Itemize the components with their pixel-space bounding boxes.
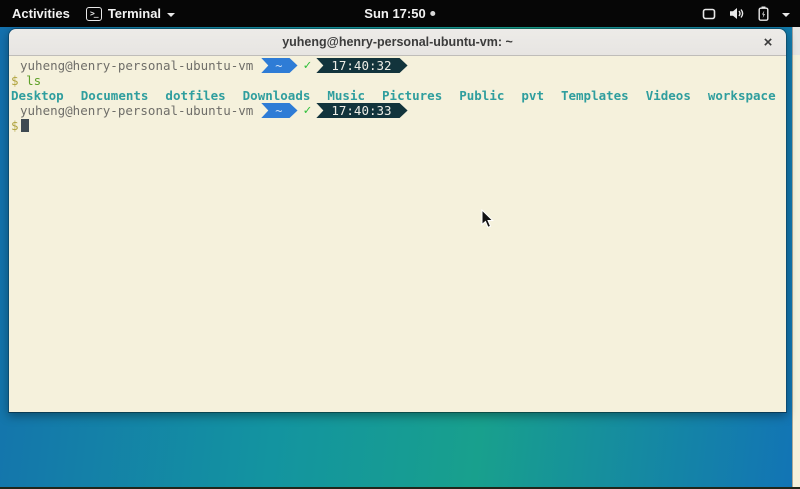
directory-name: dotfiles (165, 88, 225, 103)
window-titlebar[interactable]: yuheng@henry-personal-ubuntu-vm: ~ × (9, 29, 786, 56)
window-title: yuheng@henry-personal-ubuntu-vm: ~ (282, 35, 513, 49)
text-cursor-block (21, 119, 29, 132)
chevron-down-icon (167, 13, 175, 17)
system-status-area[interactable] (702, 6, 790, 21)
mouse-pointer-icon (481, 209, 495, 229)
directory-name: Desktop (11, 88, 64, 103)
display-icon (702, 8, 716, 20)
directory-name: Documents (81, 88, 149, 103)
command-line: $ ls (11, 73, 786, 88)
clock-label: Sun 17:50 (364, 6, 425, 21)
prompt-line-2: yuheng@henry-personal-ubuntu-vm ~ ✓ 17:4… (11, 103, 786, 118)
close-button[interactable]: × (758, 32, 778, 52)
top-bar: Activities >_ Terminal Sun 17:50 (0, 0, 800, 27)
prompt-dollar: $ (11, 73, 19, 88)
current-input-line: $ (11, 118, 786, 133)
directory-name: pvt (521, 88, 544, 103)
prompt-path-segment: ~ (261, 58, 297, 73)
directory-name: Downloads (243, 88, 311, 103)
directory-name: Videos (646, 88, 691, 103)
background-window-edge[interactable] (792, 27, 800, 487)
terminal-window: yuheng@henry-personal-ubuntu-vm: ~ × yuh… (8, 28, 787, 413)
ls-output-line: Desktop Documents dotfiles Downloads Mus… (11, 88, 786, 103)
prompt-path-segment: ~ (261, 103, 297, 118)
prompt-status-check-icon: ✓ (304, 103, 312, 118)
terminal-app-icon: >_ (86, 7, 102, 21)
prompt-dollar: $ (11, 118, 19, 133)
directory-name: workspace (708, 88, 776, 103)
prompt-time-segment: 17:40:33 (316, 103, 407, 118)
prompt-line-1: yuheng@henry-personal-ubuntu-vm ~ ✓ 17:4… (11, 58, 786, 73)
activities-button[interactable]: Activities (12, 6, 70, 21)
app-menu-terminal[interactable]: >_ Terminal (86, 6, 175, 21)
battery-charging-icon (758, 6, 769, 21)
terminal-content[interactable]: yuheng@henry-personal-ubuntu-vm ~ ✓ 17:4… (9, 56, 786, 413)
chevron-down-icon (782, 13, 790, 17)
directory-name: Public (459, 88, 504, 103)
app-menu-label: Terminal (108, 6, 161, 21)
prompt-user: yuheng@henry-personal-ubuntu-vm (20, 58, 253, 73)
prompt-status-check-icon: ✓ (304, 58, 312, 73)
clock-button[interactable]: Sun 17:50 (364, 6, 435, 21)
notification-dot-icon (431, 11, 436, 16)
prompt-time-segment: 17:40:32 (316, 58, 407, 73)
directory-name: Templates (561, 88, 629, 103)
directory-name: Music (327, 88, 365, 103)
directory-name: Pictures (382, 88, 442, 103)
prompt-user: yuheng@henry-personal-ubuntu-vm (20, 103, 253, 118)
desktop: { "topbar": { "activities": "Activities"… (0, 0, 800, 489)
typed-command: ls (26, 73, 41, 88)
volume-icon (729, 7, 745, 20)
